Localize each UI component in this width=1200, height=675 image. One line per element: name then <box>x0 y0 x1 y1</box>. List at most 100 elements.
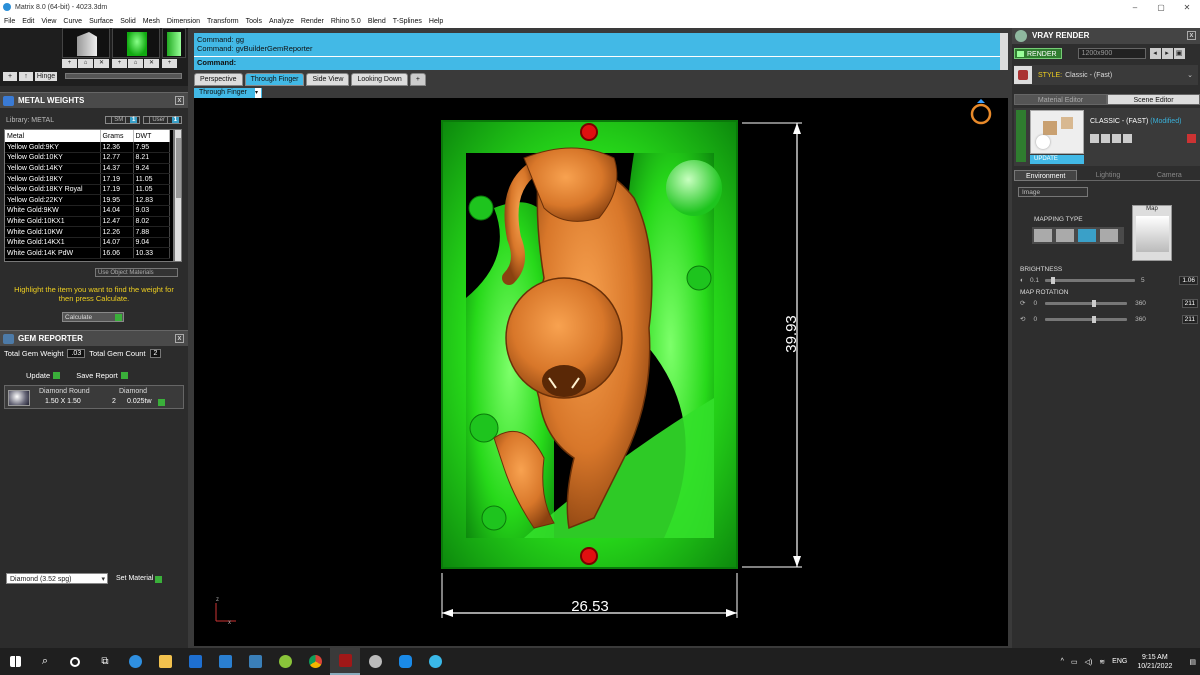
tab-perspective[interactable]: Perspective <box>194 73 243 86</box>
rotation-value-2[interactable]: 211 <box>1181 314 1198 324</box>
share-icon[interactable] <box>1123 134 1132 143</box>
search-button[interactable]: ⌕ <box>30 648 60 675</box>
wifi-icon[interactable]: ≋ <box>1099 658 1105 666</box>
menu-dimension[interactable]: Dimension <box>167 18 200 25</box>
rotation-slider-2[interactable] <box>1045 315 1128 323</box>
tab-camera[interactable]: Camera <box>1138 170 1200 181</box>
delete-thumb-button[interactable]: ✕ <box>94 59 109 68</box>
brightness-slider[interactable] <box>1044 276 1135 284</box>
notifications-icon[interactable]: ▤ <box>1189 658 1196 666</box>
viewport[interactable]: 39.93 26.53 z x <box>194 98 1008 646</box>
clock[interactable]: 9:15 AM 10/21/2022 <box>1137 653 1172 671</box>
slider-knob[interactable] <box>1092 315 1097 323</box>
add-thumb-button[interactable]: + <box>112 59 127 68</box>
spherical-map-icon[interactable] <box>1078 229 1096 242</box>
tab-environment[interactable]: Environment <box>1014 170 1078 181</box>
minimize-button[interactable]: – <box>1122 3 1148 12</box>
settings-icon[interactable] <box>1112 134 1121 143</box>
cortana-button[interactable] <box>60 648 90 675</box>
menu-transform[interactable]: Transform <box>207 18 239 25</box>
taskbar-edge[interactable] <box>120 648 150 675</box>
scene-update-button[interactable]: UPDATE <box>1030 155 1084 164</box>
table-row[interactable]: White Gold:10KW 12.26 7.88 <box>5 226 170 238</box>
rotation-slider-1[interactable] <box>1045 299 1128 307</box>
add-builder-button[interactable]: + <box>3 71 17 81</box>
close-icon[interactable]: x <box>175 334 184 343</box>
delete-thumb-button[interactable]: ✕ <box>144 59 159 68</box>
ring-view-icon[interactable] <box>970 99 992 125</box>
taskbar-app-blue[interactable] <box>420 648 450 675</box>
tab-through-finger[interactable]: Through Finger <box>244 73 305 86</box>
home-thumb-button[interactable]: ⌂ <box>78 59 93 68</box>
taskbar-zalo[interactable] <box>390 648 420 675</box>
chevron-up-icon[interactable]: ^ <box>1061 658 1064 665</box>
scrollbar-thumb[interactable] <box>176 138 181 198</box>
table-row[interactable]: White Gold:10KX1 12.47 8.02 <box>5 216 170 228</box>
scene-thumbnail[interactable] <box>1030 110 1084 154</box>
menu-help[interactable]: Help <box>429 18 443 25</box>
network-icon[interactable]: ▭ <box>1071 658 1078 666</box>
material-select[interactable]: Diamond (3.52 spg) <box>6 572 108 585</box>
planar-map-icon[interactable] <box>1034 229 1052 242</box>
taskbar-chrome[interactable] <box>300 648 330 675</box>
map-preview[interactable]: Map <box>1132 205 1172 261</box>
save-report-button[interactable]: Save Report <box>76 371 128 380</box>
menu-edit[interactable]: Edit <box>22 18 34 25</box>
language-indicator[interactable]: ENG <box>1112 658 1127 665</box>
viewport-name-dropdown[interactable]: Through Finger <box>194 88 262 98</box>
add-tab-button[interactable]: + <box>409 73 426 86</box>
menu-mesh[interactable]: Mesh <box>143 18 160 25</box>
maximize-button[interactable]: ▢ <box>1148 3 1174 12</box>
tab-side-view[interactable]: Side View <box>306 73 350 86</box>
table-row[interactable]: White Gold:9KW 14.04 9.03 <box>5 205 170 217</box>
taskbar-photos[interactable] <box>240 648 270 675</box>
builder-thumb-2[interactable] <box>112 28 160 58</box>
taskbar-explorer[interactable] <box>150 648 180 675</box>
close-icon[interactable]: x <box>175 96 184 105</box>
menu-surface[interactable]: Surface <box>89 18 113 25</box>
close-icon[interactable]: x <box>1187 31 1196 40</box>
camera-icon[interactable]: ▣ <box>1173 47 1185 59</box>
forward-icon[interactable]: ▸ <box>1161 47 1173 59</box>
save-icon[interactable] <box>1090 134 1099 143</box>
brightness-value[interactable]: 1.06 <box>1179 275 1198 285</box>
table-row[interactable]: Yellow Gold:9KY 12.36 7.95 <box>5 142 170 154</box>
style-row[interactable]: STYLE: Classic - (Fast) ⌄ <box>1014 65 1198 85</box>
home-thumb-button[interactable]: ⌂ <box>128 59 143 68</box>
taskbar-matrix[interactable] <box>330 648 360 675</box>
builder-thumb-3[interactable] <box>162 28 186 58</box>
update-button[interactable]: Update <box>26 371 61 380</box>
user-toggle[interactable]: User 1 <box>143 116 182 124</box>
menu-render[interactable]: Render <box>301 18 324 25</box>
menu-view[interactable]: View <box>41 18 56 25</box>
tab-lighting[interactable]: Lighting <box>1077 170 1139 181</box>
tab-material-editor[interactable]: Material Editor <box>1014 94 1107 105</box>
delete-icon[interactable] <box>1187 134 1196 143</box>
chevron-down-icon[interactable]: ⌄ <box>1187 71 1193 79</box>
tab-scene-editor[interactable]: Scene Editor <box>1107 94 1200 105</box>
table-row[interactable]: Yellow Gold:18KY 17.19 11.05 <box>5 173 170 185</box>
taskbar-mail[interactable] <box>210 648 240 675</box>
metal-table-scrollbar[interactable] <box>174 129 182 262</box>
builder-thumb-1[interactable] <box>62 28 110 58</box>
tab-looking-down[interactable]: Looking Down <box>351 73 408 86</box>
sm-toggle[interactable]: SM 1 <box>105 116 141 124</box>
taskbar-app-green[interactable] <box>270 648 300 675</box>
col-metal[interactable]: Metal <box>5 130 101 142</box>
close-button[interactable]: ✕ <box>1174 3 1200 12</box>
table-row[interactable]: Yellow Gold:22KY 19.95 12.83 <box>5 194 170 207</box>
command-input[interactable]: Command: <box>194 56 1000 69</box>
environment-type-select[interactable]: Image <box>1018 187 1088 197</box>
slider-knob[interactable] <box>1050 276 1055 284</box>
menu-rhino[interactable]: Rhino 5.0 <box>331 18 361 25</box>
menu-analyze[interactable]: Analyze <box>269 18 294 25</box>
table-row[interactable]: Yellow Gold:14KY 14.37 9.24 <box>5 163 170 175</box>
set-material-button[interactable]: Set Material <box>116 575 163 583</box>
play-arrow-icon[interactable] <box>158 399 165 406</box>
table-row[interactable]: Yellow Gold:18KY Royal 17.19 11.05 <box>5 184 170 196</box>
col-dwt[interactable]: DWT <box>133 130 170 142</box>
taskbar-rhino[interactable] <box>360 648 390 675</box>
use-object-materials-button[interactable]: Use Object Materials <box>95 268 178 277</box>
command-scrollbar[interactable] <box>1000 33 1008 70</box>
rotation-value-1[interactable]: 211 <box>1181 298 1198 308</box>
